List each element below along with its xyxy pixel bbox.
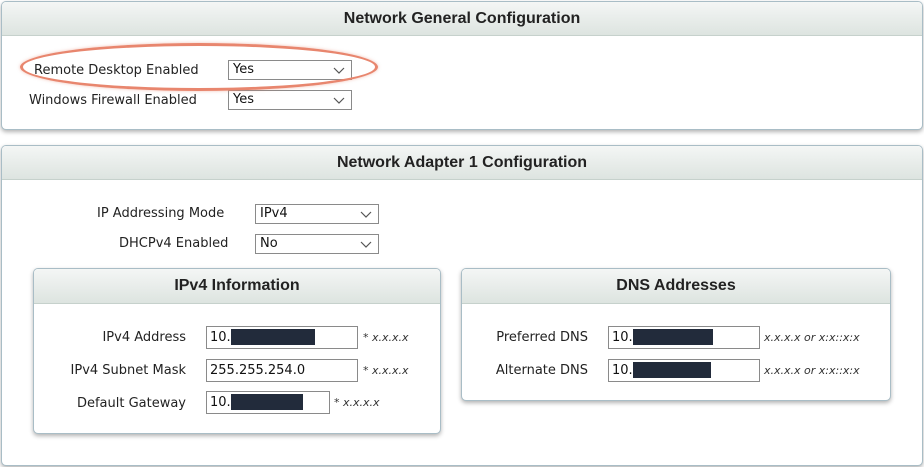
dns-addresses-panel: DNS Addresses Preferred DNS 10. x.x.x.x … (461, 268, 891, 401)
ip-addressing-mode-value: IPv4 (260, 206, 288, 221)
redaction-block (632, 361, 711, 378)
ipv4-information-panel: IPv4 Information IPv4 Address 10. * x.x.… (33, 268, 441, 434)
remote-desktop-select[interactable]: Yes (228, 60, 352, 80)
dhcpv4-enabled-select[interactable]: No (255, 234, 379, 254)
preferred-dns-hint: x.x.x.x or x:x::x:x (764, 331, 860, 344)
ip-addressing-mode-select[interactable]: IPv4 (255, 204, 379, 224)
default-gateway-label: Default Gateway (76, 396, 186, 411)
network-adapter-title: Network Adapter 1 Configuration (2, 146, 922, 180)
alternate-dns-label: Alternate DNS (495, 363, 588, 378)
network-general-title: Network General Configuration (2, 2, 922, 36)
chevron-down-icon (360, 241, 372, 248)
windows-firewall-value: Yes (233, 92, 254, 107)
preferred-dns-label: Preferred DNS (496, 330, 588, 345)
windows-firewall-label: Windows Firewall Enabled (29, 93, 197, 108)
ipv4-subnet-mask-value: 255.255.254.0 (210, 363, 306, 378)
chevron-down-icon (333, 97, 345, 104)
dhcpv4-enabled-label: DHCPv4 Enabled (119, 236, 229, 251)
dhcpv4-enabled-value: No (260, 236, 278, 251)
redaction-block (230, 328, 315, 345)
ipv4-address-input[interactable]: 10. (206, 326, 358, 349)
chevron-down-icon (333, 67, 345, 74)
ip-addressing-mode-label: IP Addressing Mode (97, 206, 225, 221)
ipv4-information-title: IPv4 Information (34, 269, 440, 304)
preferred-dns-input[interactable]: 10. (608, 326, 760, 349)
remote-desktop-value: Yes (233, 62, 254, 77)
remote-desktop-label: Remote Desktop Enabled (34, 63, 199, 78)
alternate-dns-input[interactable]: 10. (608, 359, 760, 382)
default-gateway-hint: * x.x.x.x (334, 396, 380, 409)
redaction-block (632, 328, 713, 345)
preferred-dns-value: 10. (612, 330, 633, 345)
ipv4-subnet-mask-hint: * x.x.x.x (363, 364, 409, 377)
ipv4-address-label: IPv4 Address (102, 330, 186, 345)
default-gateway-input[interactable]: 10. (206, 391, 330, 414)
ipv4-subnet-mask-input[interactable]: 255.255.254.0 (206, 359, 358, 382)
chevron-down-icon (360, 211, 372, 218)
redaction-block (230, 393, 303, 410)
ipv4-subnet-mask-label: IPv4 Subnet Mask (70, 363, 186, 378)
ipv4-address-hint: * x.x.x.x (363, 331, 409, 344)
network-general-panel: Network General Configuration Remote Des… (1, 1, 923, 130)
default-gateway-value: 10. (210, 395, 231, 410)
ipv4-address-value: 10. (210, 330, 231, 345)
alternate-dns-hint: x.x.x.x or x:x::x:x (764, 364, 860, 377)
dns-addresses-title: DNS Addresses (462, 269, 890, 304)
alternate-dns-value: 10. (612, 363, 633, 378)
windows-firewall-select[interactable]: Yes (228, 90, 352, 110)
